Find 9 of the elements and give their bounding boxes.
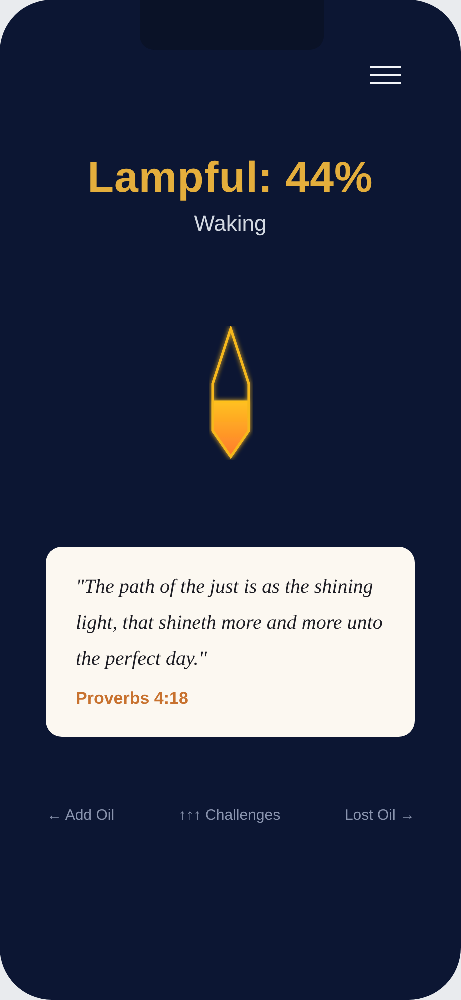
verse-reference: Proverbs 4:18 — [76, 689, 190, 709]
flame-gauge-icon — [211, 326, 250, 460]
nav-link[interactable]: ↑↑↑ Challenges — [178, 807, 281, 824]
menu-icon[interactable] — [370, 66, 401, 84]
nav-link[interactable]: ← Add Oil — [47, 807, 115, 824]
status-label: Waking — [194, 210, 267, 238]
lamp-level-heading: Lampful: 44% — [88, 153, 374, 204]
nav-link[interactable]: Lost Oil → — [344, 807, 415, 824]
verse-text: "The path of the just is as the shining light, that shineth more and more unto the perfect day." — [76, 575, 384, 672]
